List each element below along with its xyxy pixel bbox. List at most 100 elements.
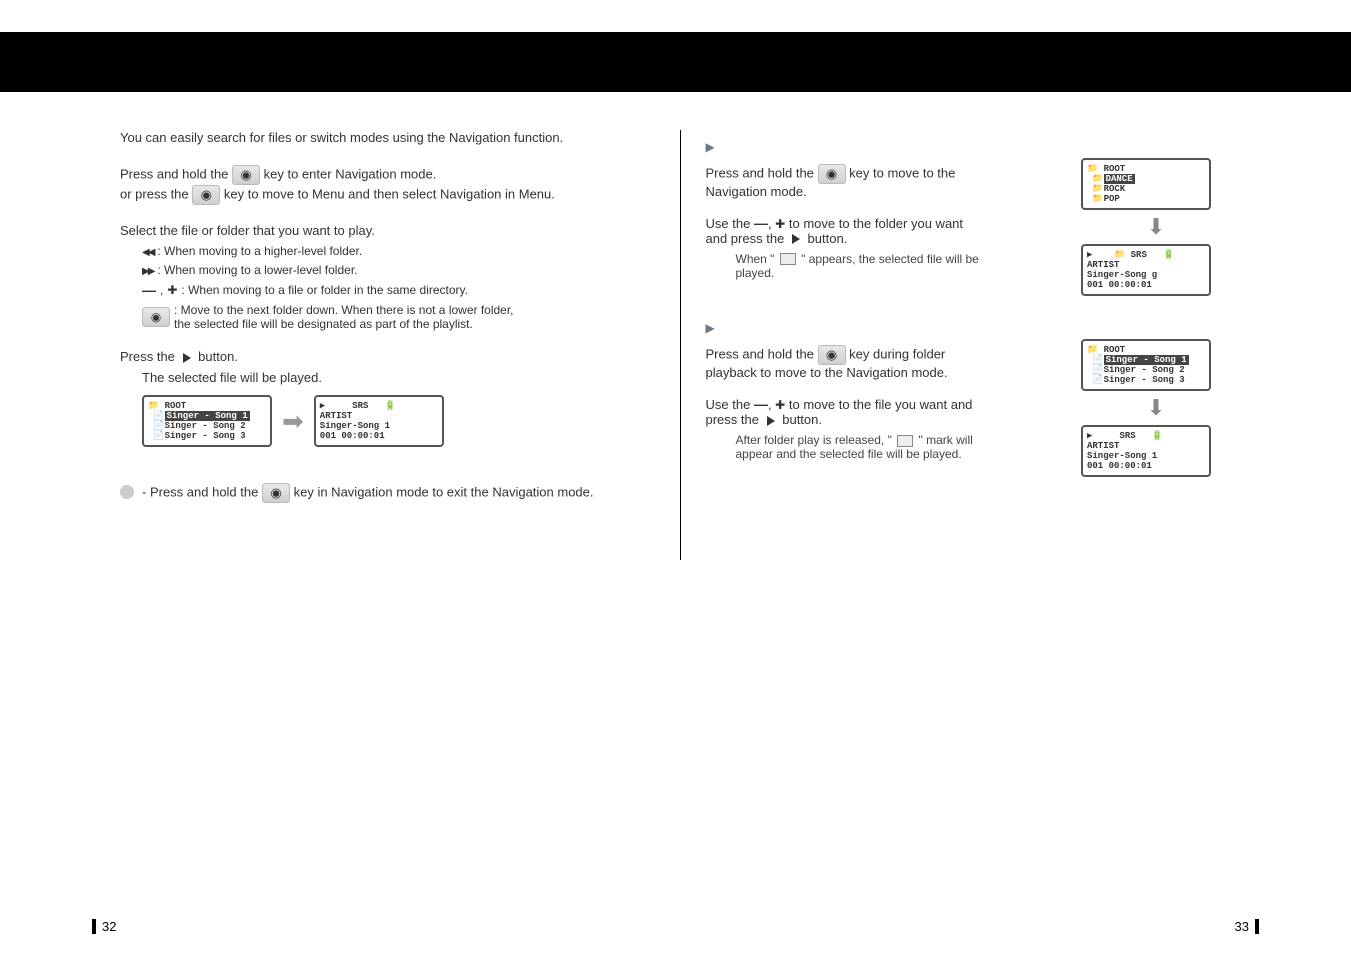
minus-icon — [142, 282, 156, 298]
left-page: You can easily search for files or switc… — [90, 130, 676, 503]
scr2-top: SRS — [352, 401, 368, 411]
nav-ffwd-row: : When moving to a lower-level folder. — [142, 263, 646, 277]
play-icon — [792, 234, 800, 244]
s2b-time: 001 00:00:01 — [1087, 461, 1152, 471]
step1: Press and hold the ◉ key to enter Naviga… — [120, 165, 646, 205]
s2-l2e: After folder play is released, " — [736, 433, 892, 447]
step1-text-b: key to enter Navigation mode. — [264, 166, 437, 181]
s1-l2c: and press the — [706, 231, 785, 246]
sec2-cue: ▶ — [706, 320, 1232, 336]
step1-text-d: key to move to Menu and then select Navi… — [224, 186, 555, 201]
step3-sub: The selected file will be played. — [142, 370, 646, 385]
s2b-song: Singer-Song 1 — [1087, 451, 1157, 461]
s1a-r2: ROCK — [1104, 184, 1126, 194]
s1b-top: SRS — [1131, 250, 1147, 260]
step3-text-a: Press the — [120, 349, 175, 364]
scr-row3: Singer - Song 3 — [165, 431, 246, 441]
s1a-r3: POP — [1104, 194, 1120, 204]
folder-open-icon — [780, 253, 796, 265]
arrow-right-icon: ➡ — [282, 406, 304, 437]
step3: Press the button. — [120, 349, 646, 364]
s1-l2e: When " — [736, 252, 775, 266]
plus-icon — [775, 216, 785, 231]
s2-l1a: Press and hold the — [706, 347, 814, 362]
nav-center-text2: the selected file will be designated as … — [174, 317, 473, 331]
s2a-r2: Singer - Song 2 — [1104, 365, 1185, 375]
sec2: Press and hold the ◉ key during folder p… — [706, 339, 1232, 477]
s2b-top: SRS — [1119, 431, 1135, 441]
s1b-time: 001 00:00:01 — [1087, 280, 1152, 290]
arrow-down-icon: ⬇ — [1081, 395, 1231, 421]
note-bullet-icon — [120, 485, 134, 499]
example-screens: 📁 ROOT 📄Singer - Song 1 📄Singer - Song 2… — [142, 395, 646, 447]
s2a-r3: Singer - Song 3 — [1104, 375, 1185, 385]
scr-row1: Singer - Song 1 — [165, 411, 250, 421]
sec2-screen-a: 📁 ROOT 📄Singer - Song 1 📄Singer - Song 2… — [1081, 339, 1211, 391]
s2a-r1: Singer - Song 1 — [1104, 355, 1189, 365]
step3-text-b: button. — [198, 349, 238, 364]
nav-plusminus-row: , : When moving to a file or folder in t… — [142, 282, 646, 298]
minus-icon — [754, 397, 768, 412]
device-screen-nav: 📁 ROOT 📄Singer - Song 1 📄Singer - Song 2… — [142, 395, 272, 447]
note-text-a: - Press and hold the — [142, 484, 258, 499]
note-text-b: key in Navigation mode to exit the Navig… — [294, 484, 594, 499]
scr-root: ROOT — [165, 401, 187, 411]
s1-l1c: Navigation mode. — [706, 184, 807, 199]
s2-l1c: playback to move to the Navigation mode. — [706, 365, 948, 380]
s2-l2g: appear and the selected file will be pla… — [736, 447, 962, 461]
s2-l2c: press the — [706, 412, 759, 427]
nav-rewind-row: : When moving to a higher-level folder. — [142, 244, 646, 258]
nav-center-text1: : Move to the next folder down. When the… — [174, 303, 514, 317]
center-key-icon: ◉ — [818, 345, 846, 365]
play-icon — [183, 353, 191, 363]
nav-center-row: ◉ : Move to the next folder down. When t… — [142, 303, 646, 331]
center-key-icon: ◉ — [142, 307, 170, 327]
minus-icon — [754, 216, 768, 231]
s2b-artist: ARTIST — [1087, 441, 1119, 451]
right-page: ▶ Press and hold the ◉ key to move to th… — [676, 130, 1262, 503]
s1b-artist: ARTIST — [1087, 260, 1119, 270]
sec2-screen-b: ▶ SRS 🔋 ARTIST Singer-Song 1 001 00:00:0… — [1081, 425, 1211, 477]
s1-l2f: " appears, the selected file will be — [801, 252, 979, 266]
s1-l2a: Use the — [706, 216, 751, 231]
sec1-screen-b: ▶ 📁 SRS 🔋 ARTIST Singer-Song g 001 00:00… — [1081, 244, 1211, 296]
step1-text-a: Press and hold the — [120, 166, 228, 181]
s1a-root: ROOT — [1104, 164, 1126, 174]
s2a-root: ROOT — [1104, 345, 1126, 355]
ffwd-icon — [142, 263, 153, 277]
device-screen-play: ▶ SRS 🔋 ARTIST Singer-Song 1 001 00:00:0… — [314, 395, 444, 447]
sec1-screen-a: 📁 ROOT 📁DANCE 📁ROCK 📁POP — [1081, 158, 1211, 210]
s1a-r1: DANCE — [1104, 174, 1135, 184]
nav-ffwd-text: : When moving to a lower-level folder. — [157, 263, 357, 277]
scr2-song: Singer-Song 1 — [320, 421, 390, 431]
s1-l1a: Press and hold the — [706, 165, 814, 180]
sec1-cue: ▶ — [706, 138, 1232, 154]
step2-head: Select the file or folder that you want … — [120, 223, 646, 238]
plus-icon — [167, 283, 177, 297]
s1b-song: Singer-Song g — [1087, 270, 1157, 280]
plus-icon — [775, 397, 785, 412]
s1-l2b: to move to the folder you want — [789, 216, 963, 231]
s2-l2b: to move to the file you want and — [789, 397, 973, 412]
sec1: Press and hold the ◉ key to move to the … — [706, 158, 1232, 296]
s2-l2d: button. — [782, 412, 822, 427]
center-key-icon: ◉ — [818, 164, 846, 184]
file-icon — [897, 435, 913, 447]
s1-l2g: played. — [736, 266, 775, 280]
intro-text: You can easily search for files or switc… — [120, 130, 646, 145]
nav-rewind-text: : When moving to a higher-level folder. — [157, 244, 362, 258]
rewind-icon — [142, 244, 153, 258]
page-number-left: 32 — [92, 919, 116, 934]
scr2-time: 001 00:00:01 — [320, 431, 385, 441]
scr2-artist: ARTIST — [320, 411, 352, 421]
play-icon — [767, 416, 775, 426]
step1-text-c: or press the — [120, 186, 189, 201]
page-number-right: 33 — [1235, 919, 1259, 934]
center-key-icon: ◉ — [192, 185, 220, 205]
s1-l1b: key to move to the — [849, 165, 955, 180]
s2-l1b: key during folder — [849, 347, 945, 362]
s1-l2d: button. — [808, 231, 848, 246]
arrow-down-icon: ⬇ — [1081, 214, 1231, 240]
s2-l2a: Use the — [706, 397, 751, 412]
header-black-bar — [0, 32, 1351, 92]
